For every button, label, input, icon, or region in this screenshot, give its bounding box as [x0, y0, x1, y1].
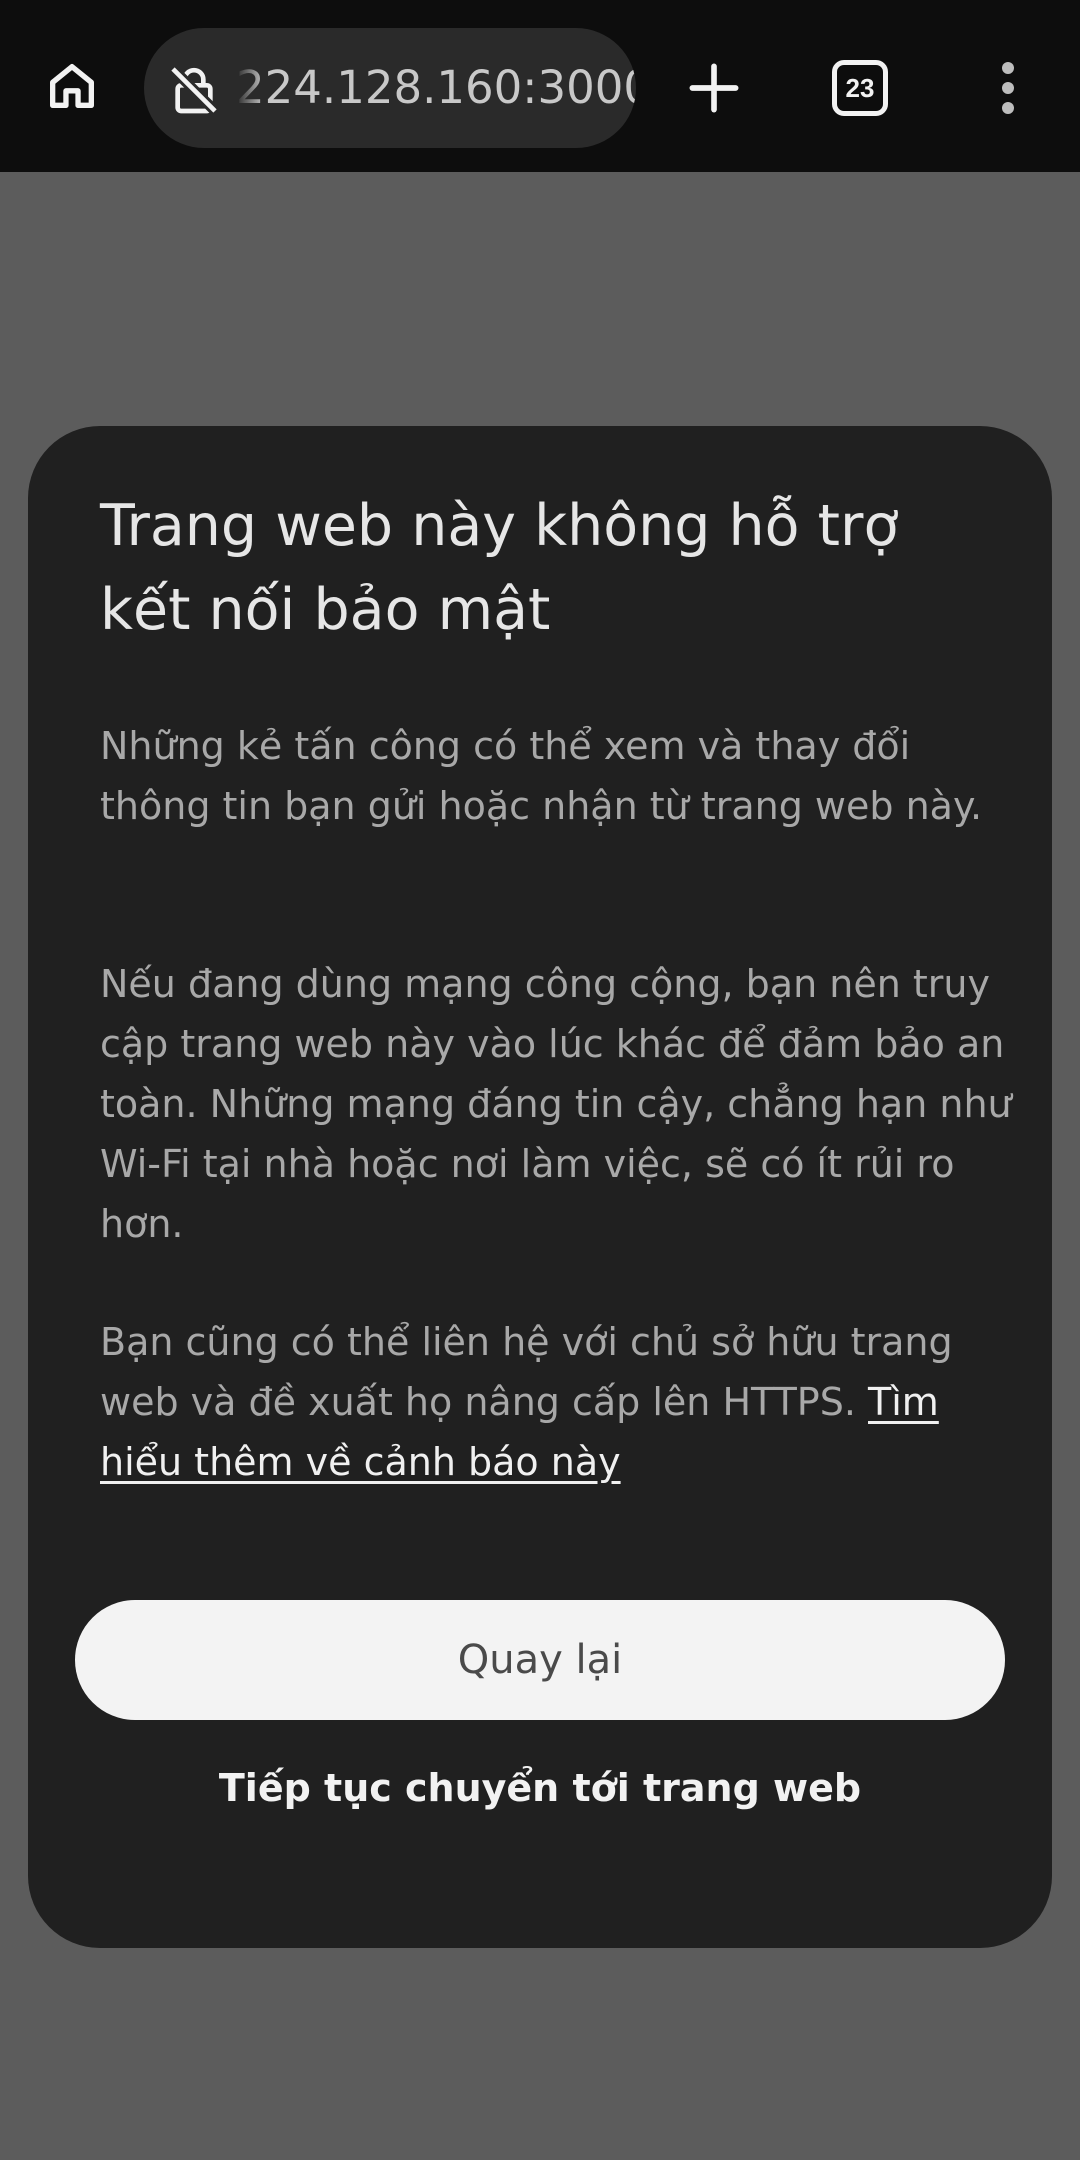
more-vertical-icon	[1002, 62, 1014, 114]
tab-count: 23	[845, 72, 875, 103]
warning-title: Trang web này không hỗ trợ kết nối bảo m…	[100, 493, 899, 643]
url-text[interactable]: 224.128.160:3000	[236, 28, 636, 148]
tab-switcher-button[interactable]: 23	[832, 60, 888, 116]
overflow-menu-button[interactable]	[984, 52, 1032, 124]
plus-icon	[689, 63, 739, 113]
new-tab-button[interactable]	[678, 52, 750, 124]
continue-to-site-link[interactable]: Tiếp tục chuyển tới trang web	[28, 1766, 1052, 1810]
warning-paragraph-2: Nếu đang dùng mạng công cộng, bạn nên tr…	[100, 962, 1012, 1246]
address-bar[interactable]: 224.128.160:3000	[144, 28, 636, 148]
back-button[interactable]: Quay lại	[75, 1600, 1005, 1720]
not-secure-lock-icon[interactable]	[166, 62, 222, 118]
warning-paragraph-3: Bạn cũng có thể liên hệ với chủ sở hữu t…	[100, 1312, 1020, 1492]
home-icon	[50, 64, 94, 108]
paragraph-3-text: Bạn cũng có thể liên hệ với chủ sở hữu t…	[100, 1320, 953, 1424]
warning-paragraph-1: Những kẻ tấn công có thể xem và thay đổi…	[100, 724, 983, 828]
security-warning-dialog: Trang web này không hỗ trợ kết nối bảo m…	[28, 426, 1052, 1948]
browser-toolbar: 224.128.160:3000 23	[0, 0, 1080, 172]
home-button[interactable]	[36, 50, 108, 122]
